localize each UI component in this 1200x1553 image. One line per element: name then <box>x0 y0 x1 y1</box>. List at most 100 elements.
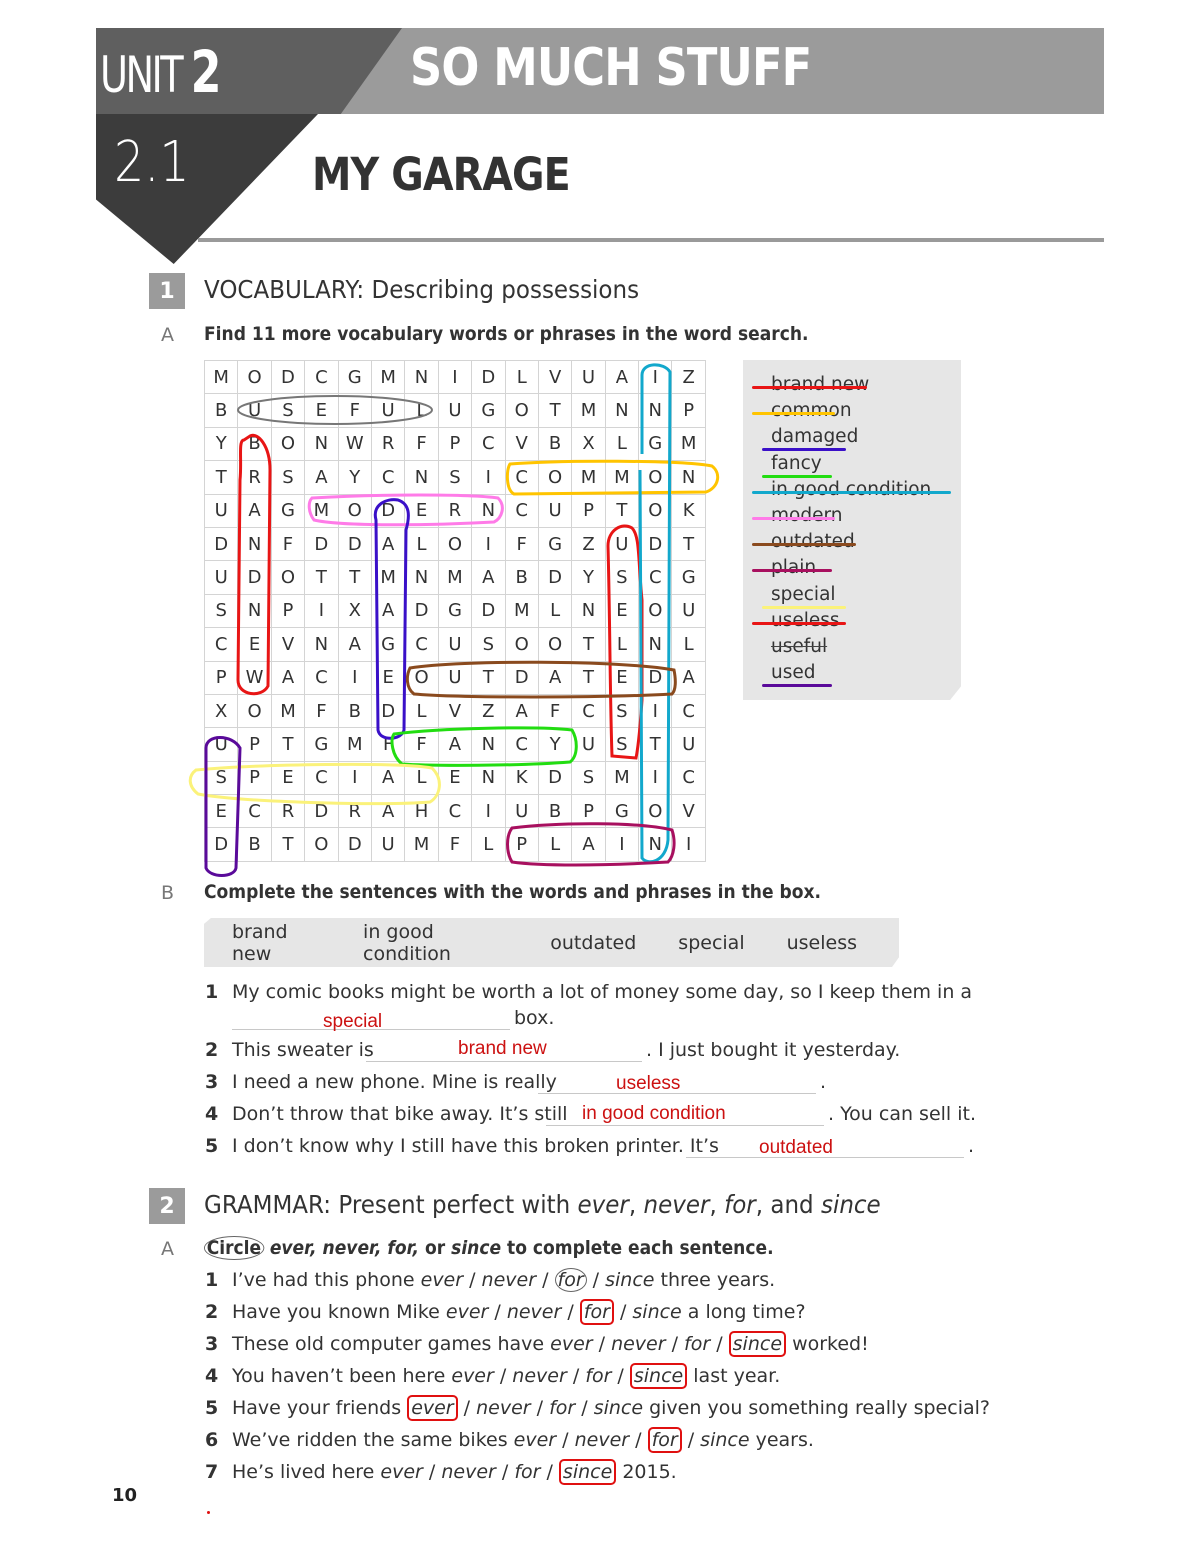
grid-cell[interactable]: F <box>405 427 439 462</box>
grid-cell[interactable]: A <box>305 461 339 495</box>
grid-cell[interactable]: T <box>672 527 706 562</box>
grid-cell[interactable]: N <box>238 594 272 629</box>
grid-cell[interactable]: O <box>238 361 272 395</box>
grid-cell[interactable]: C <box>505 461 539 495</box>
grid-cell[interactable]: A <box>371 527 406 562</box>
grid-cell[interactable]: V <box>538 361 573 395</box>
option-since-circled[interactable]: since <box>728 1331 787 1357</box>
grid-cell[interactable]: D <box>639 661 673 695</box>
grid-cell[interactable]: U <box>438 661 473 695</box>
option-for-circled[interactable]: for <box>579 1299 614 1325</box>
option-since[interactable]: since <box>594 1397 643 1419</box>
grid-cell[interactable]: A <box>438 728 473 762</box>
grid-cell[interactable]: I <box>639 761 673 796</box>
grid-cell[interactable]: O <box>538 628 573 662</box>
grid-cell[interactable]: U <box>205 494 239 528</box>
option-since[interactable]: since <box>700 1429 749 1451</box>
grid-cell[interactable]: K <box>505 761 539 796</box>
grid-cell[interactable]: D <box>639 527 673 562</box>
grid-cell[interactable]: L <box>505 361 539 395</box>
option-for[interactable]: for <box>514 1461 540 1483</box>
grid-cell[interactable]: C <box>505 728 539 762</box>
grid-cell[interactable]: C <box>672 694 706 729</box>
grid-cell[interactable]: I <box>639 694 673 729</box>
grid-cell[interactable]: D <box>538 761 573 796</box>
grid-cell[interactable]: N <box>405 561 439 595</box>
grid-cell[interactable]: N <box>639 394 673 428</box>
grid-cell[interactable]: T <box>572 628 606 662</box>
grid-cell[interactable]: E <box>205 795 239 829</box>
option-never[interactable]: never <box>611 1333 665 1355</box>
grid-cell[interactable]: L <box>538 594 573 629</box>
grid-cell[interactable]: D <box>305 527 339 562</box>
grid-cell[interactable]: R <box>338 795 372 829</box>
grid-cell[interactable]: P <box>271 594 306 629</box>
grid-cell[interactable]: U <box>672 594 706 629</box>
grid-cell[interactable]: V <box>438 694 473 729</box>
option-never[interactable]: never <box>476 1397 530 1419</box>
grid-cell[interactable]: Z <box>472 694 506 729</box>
grid-cell[interactable]: F <box>538 694 573 729</box>
grid-cell[interactable]: S <box>605 728 640 762</box>
grid-cell[interactable]: W <box>338 427 372 462</box>
option-ever[interactable]: ever <box>446 1301 488 1323</box>
grid-cell[interactable]: E <box>605 661 640 695</box>
grid-cell[interactable]: L <box>605 427 640 462</box>
grid-cell[interactable]: R <box>238 461 272 495</box>
option-for[interactable]: for <box>684 1333 710 1355</box>
grid-cell[interactable]: G <box>371 628 406 662</box>
grid-cell[interactable]: D <box>538 561 573 595</box>
grid-cell[interactable]: K <box>672 494 706 528</box>
grid-cell[interactable]: Z <box>572 527 606 562</box>
grid-cell[interactable]: O <box>271 427 306 462</box>
grid-cell[interactable]: O <box>438 527 473 562</box>
grid-cell[interactable]: L <box>405 761 439 796</box>
grid-cell[interactable]: L <box>405 394 439 428</box>
grid-cell[interactable]: P <box>572 494 606 528</box>
grid-cell[interactable]: G <box>305 728 339 762</box>
grid-cell[interactable]: S <box>572 761 606 796</box>
grid-cell[interactable]: I <box>338 761 372 796</box>
grid-cell[interactable]: A <box>572 828 606 862</box>
grid-cell[interactable]: G <box>271 494 306 528</box>
grid-cell[interactable]: S <box>205 761 239 796</box>
grid-cell[interactable]: M <box>672 427 706 462</box>
grid-cell[interactable]: N <box>238 527 272 562</box>
grid-cell[interactable]: G <box>472 394 506 428</box>
grid-cell[interactable]: C <box>672 761 706 796</box>
grid-cell[interactable]: G <box>538 527 573 562</box>
option-never[interactable]: never <box>441 1461 495 1483</box>
grid-cell[interactable]: Z <box>672 361 706 395</box>
grid-cell[interactable]: S <box>605 561 640 595</box>
grid-cell[interactable]: X <box>338 594 372 629</box>
grid-cell[interactable]: M <box>371 561 406 595</box>
grid-cell[interactable]: N <box>572 594 606 629</box>
grid-cell[interactable]: N <box>472 761 506 796</box>
grid-cell[interactable]: B <box>338 694 372 729</box>
grid-cell[interactable]: P <box>505 828 539 862</box>
grid-cell[interactable]: C <box>405 628 439 662</box>
grid-cell[interactable]: N <box>639 828 673 862</box>
grid-cell[interactable]: A <box>371 761 406 796</box>
grid-cell[interactable]: L <box>405 694 439 729</box>
grid-cell[interactable]: F <box>505 527 539 562</box>
grid-cell[interactable]: A <box>371 594 406 629</box>
grid-cell[interactable]: L <box>605 628 640 662</box>
grid-cell[interactable]: M <box>371 361 406 395</box>
grid-cell[interactable]: D <box>205 828 239 862</box>
grid-cell[interactable]: T <box>472 661 506 695</box>
grid-cell[interactable]: D <box>205 527 239 562</box>
grid-cell[interactable]: U <box>205 728 239 762</box>
grid-cell[interactable]: T <box>605 494 640 528</box>
grid-cell[interactable]: D <box>338 828 372 862</box>
grid-cell[interactable]: O <box>238 694 272 729</box>
grid-cell[interactable]: U <box>371 394 406 428</box>
grid-cell[interactable]: C <box>205 628 239 662</box>
grid-cell[interactable]: U <box>505 795 539 829</box>
grid-cell[interactable]: E <box>305 394 339 428</box>
option-ever[interactable]: ever <box>451 1365 493 1387</box>
grid-cell[interactable]: O <box>538 461 573 495</box>
grid-cell[interactable]: F <box>371 728 406 762</box>
grid-cell[interactable]: N <box>605 394 640 428</box>
grid-cell[interactable]: U <box>572 361 606 395</box>
